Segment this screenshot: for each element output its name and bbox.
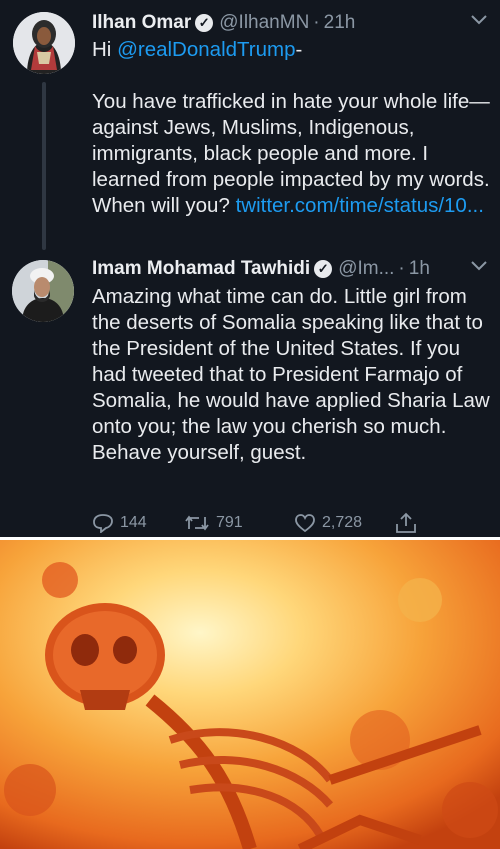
reply-icon [93,514,113,533]
mention-link[interactable]: @realDonaldTrump [117,38,295,61]
separator-dot: · [398,258,405,279]
retweet-button[interactable]: 791 [184,514,294,532]
tweet-body-clip: You have trafficked in hate your whole l… [92,89,492,220]
greeting-text: Hi [92,38,118,61]
share-icon [396,512,416,533]
tweet-actions: 144 791 2,728 [92,512,480,534]
tweet-thread: Ilhan Omar ✓ @IlhanMN · 21h Hi @realDona… [0,0,500,537]
tweet-imam-tawhidi[interactable]: Imam Mohamad Tawhidi ✓ @Im... · 1h Amazi… [92,256,492,466]
reply-count: 144 [120,514,147,531]
burning-skeleton-image [0,540,500,849]
greeting-line: Hi @realDonaldTrump- [92,37,492,63]
author-name[interactable]: Ilhan Omar [92,10,191,36]
ilhan-omar-avatar[interactable] [13,12,75,74]
separator-dot: · [313,12,320,33]
reply-button[interactable]: 144 [92,513,184,533]
verified-badge-icon: ✓ [195,14,214,32]
thread-connector-line [42,82,46,250]
chevron-down-icon[interactable] [470,256,488,277]
share-button[interactable] [394,512,434,534]
author-handle[interactable]: @IlhanMN [219,10,309,36]
screenshot: Ilhan Omar ✓ @IlhanMN · 21h Hi @realDona… [0,0,500,849]
like-button[interactable]: 2,728 [294,513,394,533]
heart-icon [295,514,315,533]
like-count: 2,728 [322,514,363,531]
retweet-icon [185,515,209,531]
tweet-text: Amazing what time can do. Little girl fr… [92,285,490,464]
tweet-header: Imam Mohamad Tawhidi ✓ @Im... · 1h [92,256,492,282]
tweet-ilhan-omar[interactable]: Ilhan Omar ✓ @IlhanMN · 21h Hi @realDona… [92,10,492,220]
author-name[interactable]: Imam Mohamad Tawhidi [92,256,310,282]
mention-suffix: - [295,38,303,61]
tweet-header: Ilhan Omar ✓ @IlhanMN · 21h [92,10,492,36]
tweet-time[interactable]: 1h [409,256,430,282]
author-handle[interactable]: @Im... [338,256,394,282]
retweet-count: 791 [216,514,243,531]
chevron-down-icon[interactable] [470,10,488,31]
tweet-link[interactable]: twitter.com/time/status/10... [236,194,484,217]
tweet-text: Hi @realDonaldTrump- You have trafficked… [92,37,492,220]
tweet-time[interactable]: 21h [324,10,356,36]
imam-tawhidi-avatar[interactable] [12,260,74,322]
verified-badge-icon: ✓ [314,260,333,278]
